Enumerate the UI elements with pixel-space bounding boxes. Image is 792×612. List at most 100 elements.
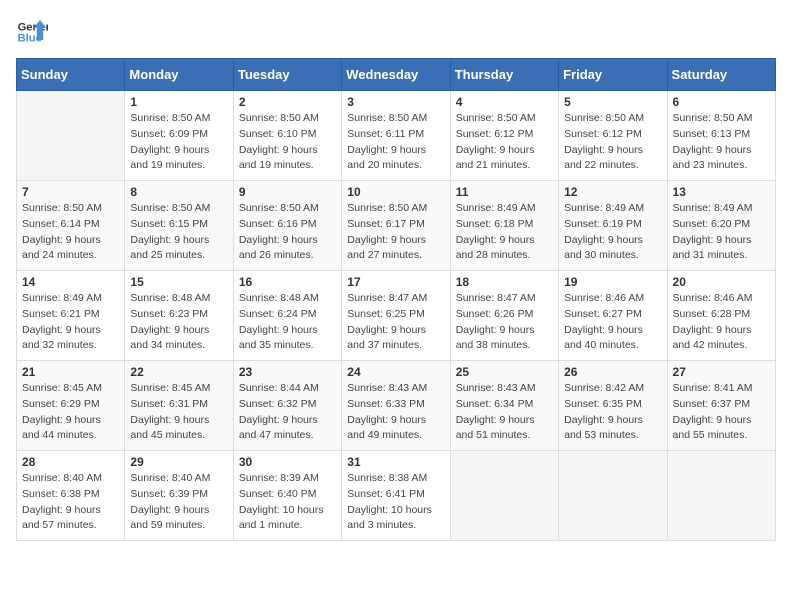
day-cell: 8Sunrise: 8:50 AMSunset: 6:15 PMDaylight… <box>125 181 233 271</box>
day-cell <box>559 451 667 541</box>
day-info: Sunrise: 8:47 AMSunset: 6:25 PMDaylight:… <box>347 291 444 354</box>
day-cell: 20 Sunrise: 8:46 AMSunset: 6:28 PMDayligh… <box>667 271 775 361</box>
day-info: Sunrise: 8:38 AMSunset: 6:41 PMDaylight:… <box>347 471 444 534</box>
day-number: 16 <box>239 275 336 289</box>
day-info: Sunrise: 8:42 AMSunset: 6:35 PMDaylight:… <box>564 381 661 444</box>
day-info: Sunrise: 8:47 AMSunset: 6:26 PMDaylight:… <box>456 291 553 354</box>
header-cell-thursday: Thursday <box>450 59 558 91</box>
day-cell: 18 Sunrise: 8:47 AMSunset: 6:26 PMDayligh… <box>450 271 558 361</box>
day-cell: 3 Sunrise: 8:50 AMSunset: 6:11 PMDaylight… <box>342 91 450 181</box>
day-info: Sunrise: 8:50 AMSunset: 6:13 PMDaylight:… <box>673 111 770 174</box>
day-cell: 19 Sunrise: 8:46 AMSunset: 6:27 PMDayligh… <box>559 271 667 361</box>
day-number: 20 <box>673 275 770 289</box>
header-cell-sunday: Sunday <box>17 59 125 91</box>
day-info: Sunrise: 8:50 AMSunset: 6:10 PMDaylight:… <box>239 111 336 174</box>
day-number: 31 <box>347 455 444 469</box>
week-row-5: 28 Sunrise: 8:40 AMSunset: 6:38 PMDayligh… <box>17 451 776 541</box>
day-number: 25 <box>456 365 553 379</box>
day-number: 24 <box>347 365 444 379</box>
header-cell-monday: Monday <box>125 59 233 91</box>
day-info: Sunrise: 8:50 AMSunset: 6:12 PMDaylight:… <box>456 111 553 174</box>
day-number: 27 <box>673 365 770 379</box>
day-number: 3 <box>347 95 444 109</box>
day-number: 11 <box>456 185 553 199</box>
day-number: 12 <box>564 185 661 199</box>
day-info: Sunrise: 8:43 AMSunset: 6:33 PMDaylight:… <box>347 381 444 444</box>
day-number: 5 <box>564 95 661 109</box>
header-cell-tuesday: Tuesday <box>233 59 341 91</box>
day-number: 15 <box>130 275 227 289</box>
day-cell: 5 Sunrise: 8:50 AMSunset: 6:12 PMDaylight… <box>559 91 667 181</box>
day-cell: 27 Sunrise: 8:41 AMSunset: 6:37 PMDayligh… <box>667 361 775 451</box>
day-cell: 14 Sunrise: 8:49 AMSunset: 6:21 PMDayligh… <box>17 271 125 361</box>
week-row-2: 7Sunrise: 8:50 AMSunset: 6:14 PMDaylight… <box>17 181 776 271</box>
day-number: 2 <box>239 95 336 109</box>
day-cell: 24 Sunrise: 8:43 AMSunset: 6:33 PMDayligh… <box>342 361 450 451</box>
day-info: Sunrise: 8:43 AMSunset: 6:34 PMDaylight:… <box>456 381 553 444</box>
day-cell: 17 Sunrise: 8:47 AMSunset: 6:25 PMDayligh… <box>342 271 450 361</box>
header: General Blue <box>16 16 776 48</box>
day-number: 26 <box>564 365 661 379</box>
day-cell: 28 Sunrise: 8:40 AMSunset: 6:38 PMDayligh… <box>17 451 125 541</box>
day-cell: 6 Sunrise: 8:50 AMSunset: 6:13 PMDaylight… <box>667 91 775 181</box>
day-info: Sunrise: 8:45 AMSunset: 6:31 PMDaylight:… <box>130 381 227 444</box>
day-number: 9 <box>239 185 336 199</box>
day-cell: 12Sunrise: 8:49 AMSunset: 6:19 PMDayligh… <box>559 181 667 271</box>
day-info: Sunrise: 8:48 AMSunset: 6:24 PMDaylight:… <box>239 291 336 354</box>
day-cell: 15 Sunrise: 8:48 AMSunset: 6:23 PMDayligh… <box>125 271 233 361</box>
week-row-4: 21 Sunrise: 8:45 AMSunset: 6:29 PMDayligh… <box>17 361 776 451</box>
week-row-1: 1 Sunrise: 8:50 AMSunset: 6:09 PMDaylight… <box>17 91 776 181</box>
day-info: Sunrise: 8:44 AMSunset: 6:32 PMDaylight:… <box>239 381 336 444</box>
day-cell <box>17 91 125 181</box>
day-number: 30 <box>239 455 336 469</box>
day-number: 6 <box>673 95 770 109</box>
day-cell: 25 Sunrise: 8:43 AMSunset: 6:34 PMDayligh… <box>450 361 558 451</box>
day-cell <box>667 451 775 541</box>
header-cell-wednesday: Wednesday <box>342 59 450 91</box>
header-cell-saturday: Saturday <box>667 59 775 91</box>
day-info: Sunrise: 8:50 AMSunset: 6:11 PMDaylight:… <box>347 111 444 174</box>
day-info: Sunrise: 8:50 AMSunset: 6:12 PMDaylight:… <box>564 111 661 174</box>
logo: General Blue <box>16 16 48 48</box>
day-number: 13 <box>673 185 770 199</box>
day-cell: 31 Sunrise: 8:38 AMSunset: 6:41 PMDayligh… <box>342 451 450 541</box>
day-number: 1 <box>130 95 227 109</box>
day-cell: 7Sunrise: 8:50 AMSunset: 6:14 PMDaylight… <box>17 181 125 271</box>
day-number: 28 <box>22 455 119 469</box>
day-number: 21 <box>22 365 119 379</box>
day-info: Sunrise: 8:46 AMSunset: 6:27 PMDaylight:… <box>564 291 661 354</box>
day-number: 14 <box>22 275 119 289</box>
day-info: Sunrise: 8:46 AMSunset: 6:28 PMDaylight:… <box>673 291 770 354</box>
day-info: Sunrise: 8:40 AMSunset: 6:39 PMDaylight:… <box>130 471 227 534</box>
day-cell: 13 Sunrise: 8:49 AMSunset: 6:20 PMDayligh… <box>667 181 775 271</box>
day-info: Sunrise: 8:40 AMSunset: 6:38 PMDaylight:… <box>22 471 119 534</box>
day-cell: 30 Sunrise: 8:39 AMSunset: 6:40 PMDayligh… <box>233 451 341 541</box>
day-info: Sunrise: 8:50 AMSunset: 6:17 PMDaylight:… <box>347 201 444 264</box>
day-info: Sunrise: 8:45 AMSunset: 6:29 PMDaylight:… <box>22 381 119 444</box>
week-row-3: 14 Sunrise: 8:49 AMSunset: 6:21 PMDayligh… <box>17 271 776 361</box>
day-info: Sunrise: 8:50 AMSunset: 6:09 PMDaylight:… <box>130 111 227 174</box>
day-number: 10 <box>347 185 444 199</box>
day-cell: 1 Sunrise: 8:50 AMSunset: 6:09 PMDaylight… <box>125 91 233 181</box>
day-number: 19 <box>564 275 661 289</box>
day-number: 23 <box>239 365 336 379</box>
day-cell: 4 Sunrise: 8:50 AMSunset: 6:12 PMDaylight… <box>450 91 558 181</box>
day-info: Sunrise: 8:50 AMSunset: 6:16 PMDaylight:… <box>239 201 336 264</box>
day-number: 17 <box>347 275 444 289</box>
day-number: 29 <box>130 455 227 469</box>
day-info: Sunrise: 8:48 AMSunset: 6:23 PMDaylight:… <box>130 291 227 354</box>
day-info: Sunrise: 8:39 AMSunset: 6:40 PMDaylight:… <box>239 471 336 534</box>
day-number: 4 <box>456 95 553 109</box>
day-info: Sunrise: 8:50 AMSunset: 6:14 PMDaylight:… <box>22 201 119 264</box>
day-info: Sunrise: 8:49 AMSunset: 6:18 PMDaylight:… <box>456 201 553 264</box>
day-cell: 16 Sunrise: 8:48 AMSunset: 6:24 PMDayligh… <box>233 271 341 361</box>
day-info: Sunrise: 8:41 AMSunset: 6:37 PMDaylight:… <box>673 381 770 444</box>
day-info: Sunrise: 8:49 AMSunset: 6:21 PMDaylight:… <box>22 291 119 354</box>
day-number: 18 <box>456 275 553 289</box>
day-number: 8 <box>130 185 227 199</box>
header-row: SundayMondayTuesdayWednesdayThursdayFrid… <box>17 59 776 91</box>
day-cell: 11 Sunrise: 8:49 AMSunset: 6:18 PMDayligh… <box>450 181 558 271</box>
day-cell <box>450 451 558 541</box>
day-info: Sunrise: 8:49 AMSunset: 6:20 PMDaylight:… <box>673 201 770 264</box>
day-cell: 10 Sunrise: 8:50 AMSunset: 6:17 PMDayligh… <box>342 181 450 271</box>
